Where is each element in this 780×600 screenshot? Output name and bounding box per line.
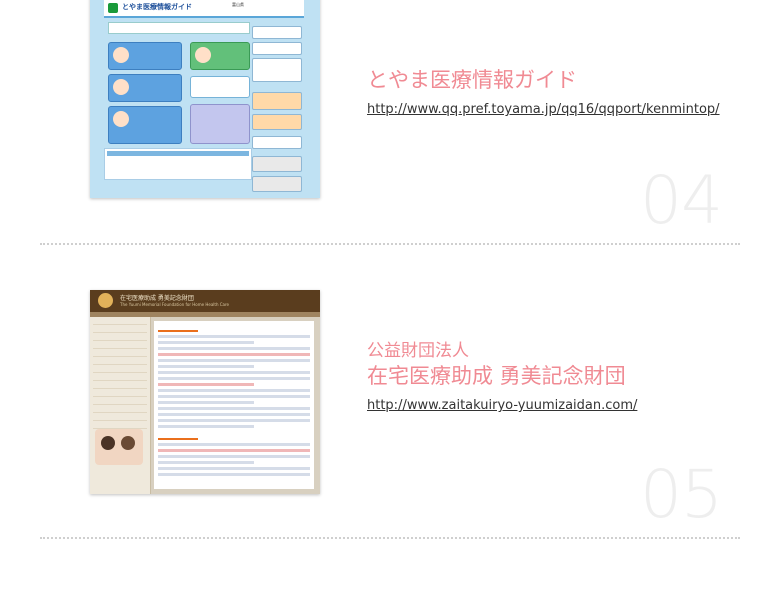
- side-button: [252, 42, 302, 55]
- entry-org: 公益財団法人: [367, 341, 469, 361]
- tile-emergency: [108, 106, 182, 144]
- logo-icon: [108, 3, 118, 13]
- entry-number: 05: [640, 456, 723, 533]
- tile-hospital: [108, 42, 182, 70]
- thumb-header: 在宅医療助成 勇美記念財団 The Yuumi Memorial Foundat…: [90, 290, 320, 312]
- site-thumbnail-toyama[interactable]: とやま医療情報ガイド 富山県: [90, 0, 320, 198]
- foundation-logo-icon: [98, 293, 113, 308]
- tile-pharmacy: [190, 42, 250, 70]
- entry-number: 04: [640, 162, 723, 239]
- divider: [40, 537, 740, 539]
- news-box: [104, 148, 252, 180]
- thumb-header-badge: 富山県: [232, 2, 244, 7]
- thumb-header-title: とやま医療情報ガイド: [122, 3, 192, 11]
- site-thumbnail-yuumi[interactable]: 在宅医療助成 勇美記念財団 The Yuumi Memorial Foundat…: [90, 290, 320, 494]
- thumb-content: [154, 321, 314, 489]
- people-photo: [95, 429, 143, 465]
- side-button: [252, 26, 302, 39]
- tile-english: [190, 104, 250, 144]
- entry-info: 公益財団法人 在宅医療助成 勇美記念財団 http://www.zaitakui…: [367, 340, 637, 413]
- entry-title: とやま医療情報ガイド: [367, 68, 577, 92]
- side-button: [252, 58, 302, 82]
- side-button: [252, 176, 302, 192]
- nurse-icon: [113, 111, 129, 127]
- side-button: [252, 136, 302, 149]
- entry-title: 在宅医療助成 勇美記念財団: [367, 364, 626, 388]
- divider: [40, 243, 740, 245]
- search-strip: [108, 22, 250, 34]
- tile-medicine: [190, 76, 250, 98]
- entry-url-link[interactable]: http://www.qq.pref.toyama.jp/qq16/qqport…: [367, 102, 720, 117]
- thumb-header-title: 在宅医療助成 勇美記念財団: [120, 295, 194, 302]
- thumb-header-sub: The Yuumi Memorial Foundation for Home H…: [120, 302, 230, 307]
- entry-info: とやま医療情報ガイド http://www.qq.pref.toyama.jp/…: [367, 66, 720, 117]
- tile-detail: [108, 74, 182, 102]
- side-button: [252, 92, 302, 110]
- pharmacist-icon: [195, 47, 211, 63]
- patient-icon: [113, 79, 129, 95]
- side-button: [252, 156, 302, 172]
- thumb-header: とやま医療情報ガイド 富山県: [104, 0, 304, 18]
- side-button: [252, 114, 302, 130]
- thumb-sidebar: [90, 317, 151, 494]
- doctor-icon: [113, 47, 129, 63]
- entry-url-link[interactable]: http://www.zaitakuiryo-yuumizaidan.com/: [367, 398, 637, 413]
